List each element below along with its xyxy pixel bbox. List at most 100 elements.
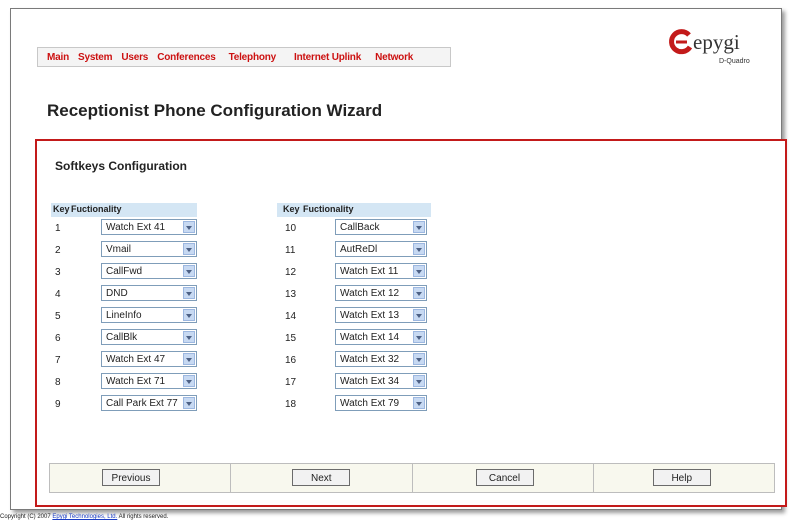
key-number: 5	[55, 311, 61, 322]
table-header: Key Fuctionality	[51, 203, 197, 217]
functionality-select[interactable]: Watch Ext 79	[335, 395, 427, 411]
key-number: 4	[55, 289, 61, 300]
select-value: CallFwd	[106, 266, 143, 277]
functionality-select[interactable]: Watch Ext 32	[335, 351, 427, 367]
chevron-down-icon[interactable]	[413, 353, 425, 365]
chevron-down-icon[interactable]	[413, 287, 425, 299]
chevron-down-icon[interactable]	[183, 221, 195, 233]
functionality-select[interactable]: Watch Ext 47	[101, 351, 197, 367]
key-number: 14	[285, 311, 297, 322]
functionality-select[interactable]: Watch Ext 13	[335, 307, 427, 323]
key-number: 11	[285, 245, 296, 256]
menu-conferences[interactable]: Conferences	[157, 52, 216, 63]
key-number: 8	[55, 377, 61, 388]
functionality-select[interactable]: AutReDl	[335, 241, 427, 257]
select-value: Call Park Ext 77	[106, 398, 178, 409]
table-row: 11 AutReDl	[277, 239, 431, 261]
softkeys-table-left: Key Fuctionality 1 Watch Ext 41 2 Vmail 3 C…	[51, 203, 197, 415]
header-functionality: Fuctionality	[71, 204, 122, 214]
chevron-down-icon[interactable]	[413, 309, 425, 321]
chevron-down-icon[interactable]	[413, 331, 425, 343]
table-row: 8 Watch Ext 71	[51, 371, 197, 393]
chevron-down-icon[interactable]	[183, 397, 195, 409]
functionality-select[interactable]: Watch Ext 34	[335, 373, 427, 389]
select-value: Watch Ext 71	[106, 376, 166, 387]
select-value: Watch Ext 79	[340, 398, 400, 409]
copyright-suffix: All rights reserved.	[117, 514, 169, 520]
menu-main[interactable]: Main	[47, 52, 69, 63]
functionality-select[interactable]: Call Park Ext 77	[101, 395, 197, 411]
functionality-select[interactable]: CallFwd	[101, 263, 197, 279]
menu-users[interactable]: Users	[121, 52, 148, 63]
previous-button[interactable]: Previous	[102, 469, 160, 486]
header-functionality: Fuctionality	[303, 204, 354, 214]
select-value: CallBack	[340, 222, 380, 233]
functionality-select[interactable]: Vmail	[101, 241, 197, 257]
wizard-panel: Softkeys Configuration Key Fuctionality …	[35, 139, 787, 507]
table-row: 13 Watch Ext 12	[277, 283, 431, 305]
key-number: 13	[285, 289, 297, 300]
button-cell: Help	[594, 464, 774, 492]
menu-network[interactable]: Network	[375, 52, 413, 63]
table-row: 3 CallFwd	[51, 261, 197, 283]
section-title: Softkeys Configuration	[55, 159, 188, 173]
key-number: 6	[55, 333, 61, 344]
table-row: 15 Watch Ext 14	[277, 327, 431, 349]
chevron-down-icon[interactable]	[183, 375, 195, 387]
chevron-down-icon[interactable]	[183, 243, 195, 255]
softkeys-table-right: Key Fuctionality 10 CallBack 11 AutReDl 12…	[277, 203, 431, 415]
select-value: Watch Ext 47	[106, 354, 166, 365]
functionality-select[interactable]: LineInfo	[101, 307, 197, 323]
menu-system[interactable]: System	[78, 52, 113, 63]
button-cell: Cancel	[413, 464, 594, 492]
functionality-select[interactable]: Watch Ext 11	[335, 263, 427, 279]
chevron-down-icon[interactable]	[413, 265, 425, 277]
functionality-select[interactable]: Watch Ext 12	[335, 285, 427, 301]
company-link[interactable]: Epygi Technologies, Ltd.	[52, 514, 117, 520]
select-value: Watch Ext 14	[340, 332, 400, 343]
chevron-down-icon[interactable]	[413, 375, 425, 387]
table-row: 2 Vmail	[51, 239, 197, 261]
functionality-select[interactable]: CallBlk	[101, 329, 197, 345]
chevron-down-icon[interactable]	[183, 287, 195, 299]
table-row: 5 LineInfo	[51, 305, 197, 327]
button-cell: Previous	[50, 464, 232, 492]
main-menu-bar: Main System Users Conferences Telephony …	[37, 47, 451, 67]
chevron-down-icon[interactable]	[413, 221, 425, 233]
select-value: CallBlk	[106, 332, 138, 343]
functionality-select[interactable]: DND	[101, 285, 197, 301]
chevron-down-icon[interactable]	[183, 331, 195, 343]
key-number: 10	[285, 223, 297, 234]
header-key: Key	[283, 204, 300, 214]
cancel-button[interactable]: Cancel	[475, 469, 534, 486]
chevron-down-icon[interactable]	[413, 397, 425, 409]
menu-internet-uplink[interactable]: Internet Uplink	[294, 52, 361, 63]
table-row: 6 CallBlk	[51, 327, 197, 349]
table-header: Key Fuctionality	[277, 203, 431, 217]
key-number: 2	[55, 245, 61, 256]
table-row: 9 Call Park Ext 77	[51, 393, 197, 415]
functionality-select[interactable]: CallBack	[335, 219, 427, 235]
select-value: Vmail	[106, 244, 132, 255]
key-number: 1	[55, 223, 61, 234]
key-number: 17	[285, 377, 297, 388]
select-value: Watch Ext 13	[340, 310, 400, 321]
functionality-select[interactable]: Watch Ext 14	[335, 329, 427, 345]
copyright-prefix: Copyright (C) 2007	[0, 514, 53, 520]
table-row: 16 Watch Ext 32	[277, 349, 431, 371]
logo-model: D-Quadro	[719, 58, 750, 65]
table-row: 18 Watch Ext 79	[277, 393, 431, 415]
table-row: 17 Watch Ext 34	[277, 371, 431, 393]
page-title: Receptionist Phone Configuration Wizard	[47, 101, 383, 120]
functionality-select[interactable]: Watch Ext 71	[101, 373, 197, 389]
chevron-down-icon[interactable]	[183, 353, 195, 365]
select-value: DND	[106, 288, 128, 299]
chevron-down-icon[interactable]	[183, 265, 195, 277]
menu-telephony[interactable]: Telephony	[229, 52, 277, 63]
chevron-down-icon[interactable]	[183, 309, 195, 321]
help-button[interactable]: Help	[652, 469, 711, 486]
next-button[interactable]: Next	[292, 469, 351, 486]
key-number: 7	[55, 355, 61, 366]
chevron-down-icon[interactable]	[413, 243, 425, 255]
functionality-select[interactable]: Watch Ext 41	[101, 219, 197, 235]
